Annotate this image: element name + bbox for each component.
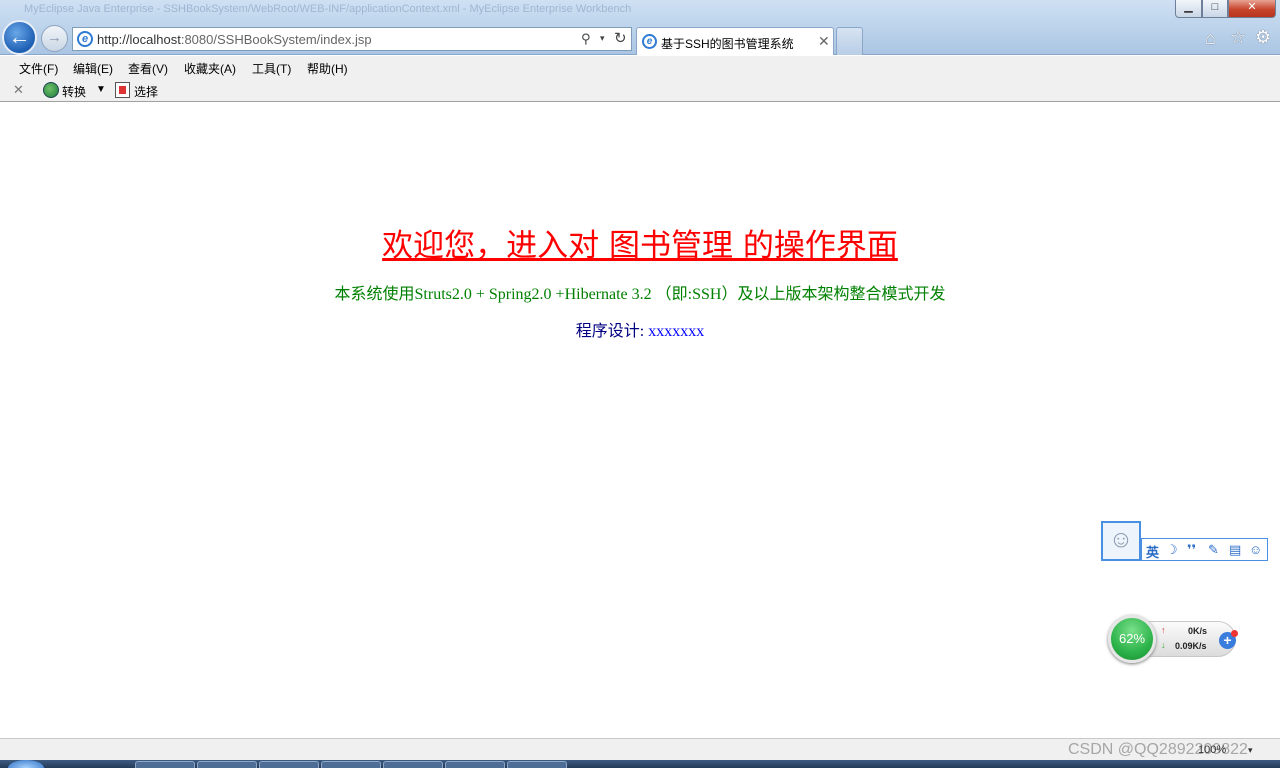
ime-language-button[interactable]: 英 <box>1146 542 1159 561</box>
clipboard-icon[interactable]: ▤ <box>1229 542 1241 558</box>
ime-button-bar: 英 ☽ ❜❜ ✎ ▤ ☺ <box>1141 538 1268 561</box>
download-arrow-icon: ↓ <box>1161 640 1166 650</box>
designer-label: 程序设计: <box>575 323 649 340</box>
page-content: 欢迎您，进入对 图书管理 的操作界面 本系统使用Struts2.0 + Spri… <box>0 102 1280 738</box>
select-button[interactable]: 选择 <box>134 83 158 100</box>
url-text[interactable]: http://localhost:8080/SSHBookSystem/inde… <box>97 32 372 47</box>
system-description: 本系统使用Struts2.0 + Spring2.0 +Hibernate 3.… <box>334 286 946 303</box>
welcome-heading: 欢迎您，进入对 图书管理 的操作界面 <box>382 228 898 264</box>
title-bar: MyEclipse Java Enterprise - SSHBookSyste… <box>0 0 1280 55</box>
menu-favorites[interactable]: 收藏夹(A) <box>184 60 236 77</box>
close-window-button[interactable]: ✕ <box>1228 0 1276 18</box>
punctuation-icon[interactable]: ❜❜ <box>1187 542 1196 558</box>
taskbar-item[interactable] <box>259 761 319 768</box>
tab-close-icon[interactable]: ✕ <box>818 33 830 50</box>
ie-page-icon: e <box>77 31 93 47</box>
window-title: MyEclipse Java Enterprise - SSHBookSyste… <box>24 3 632 15</box>
search-icon[interactable]: ⚲ <box>581 31 591 47</box>
back-button[interactable]: ← <box>2 20 37 55</box>
smiley-icon[interactable]: ☺ <box>1249 542 1262 557</box>
menu-edit[interactable]: 编辑(E) <box>73 60 113 77</box>
url-path: :8080/SSHBookSystem/index.jsp <box>180 32 372 47</box>
wrench-icon[interactable]: ✎ <box>1208 542 1219 558</box>
menu-help[interactable]: 帮助(H) <box>307 60 348 77</box>
designer-name: xxxxxxx <box>648 323 705 340</box>
taskbar-item[interactable] <box>197 761 257 768</box>
upload-speed: 0K/s <box>1188 626 1208 636</box>
taskbar-item[interactable] <box>383 761 443 768</box>
url-host: http://localhost <box>97 32 181 47</box>
forward-button[interactable]: → <box>41 25 68 52</box>
browser-window: MyEclipse Java Enterprise - SSHBookSyste… <box>0 0 1280 768</box>
new-tab-button[interactable] <box>836 27 863 55</box>
menu-view[interactable]: 查看(V) <box>128 60 168 77</box>
moon-icon[interactable]: ☽ <box>1166 542 1178 558</box>
menu-tools[interactable]: 工具(T) <box>252 60 291 77</box>
status-bar: CSDN @QQ2892209822 100% ▾ <box>0 738 1280 760</box>
designer-line: 程序设计: xxxxxxx <box>0 317 1280 341</box>
ime-avatar-icon[interactable]: ☺ <box>1101 521 1141 561</box>
select-icon[interactable] <box>115 82 130 98</box>
taskbar-item[interactable] <box>135 761 195 768</box>
menu-bar: 文件(F) 编辑(E) 查看(V) 收藏夹(A) 工具(T) 帮助(H) <box>0 56 1280 78</box>
zoom-dropdown-icon[interactable]: ▾ <box>1248 745 1253 756</box>
taskbar-item[interactable] <box>445 761 505 768</box>
address-dropdown-icon[interactable]: ▾ <box>600 33 605 44</box>
menu-file[interactable]: 文件(F) <box>19 60 58 77</box>
network-monitor-widget[interactable]: 62% ↑ 0K/s ↓ 0.09K/s + <box>1108 615 1238 663</box>
favorites-star-icon[interactable]: ☆ <box>1230 27 1246 48</box>
home-icon[interactable]: ⌂ <box>1205 28 1216 49</box>
command-bar: ✕ 转换 ▼ 选择 <box>0 78 1280 102</box>
address-bar[interactable]: e http://localhost:8080/SSHBookSystem/in… <box>72 27 632 51</box>
notification-dot <box>1231 630 1238 637</box>
commandbar-close-icon[interactable]: ✕ <box>13 82 24 98</box>
maximize-button[interactable]: □ <box>1202 0 1228 18</box>
taskbar-item[interactable] <box>507 761 567 768</box>
download-speed: 0.09K/s <box>1175 641 1207 651</box>
convert-button[interactable]: 转换 <box>62 83 86 100</box>
taskbar-item[interactable] <box>321 761 381 768</box>
ie-tab-icon: e <box>642 34 657 49</box>
ime-toolbar: ☺ 英 ☽ ❜❜ ✎ ▤ ☺ <box>1101 521 1268 561</box>
zoom-level[interactable]: 100% <box>1198 744 1226 756</box>
tab-title: 基于SSH的图书管理系统 <box>661 37 794 51</box>
minimize-button[interactable]: ▁ <box>1175 0 1202 18</box>
refresh-icon[interactable]: ↻ <box>614 29 627 47</box>
gear-icon[interactable]: ⚙ <box>1255 27 1271 48</box>
tab-active[interactable]: e 基于SSH的图书管理系统 ✕ <box>636 27 834 55</box>
start-button[interactable] <box>8 760 44 768</box>
memory-usage-ball[interactable]: 62% <box>1108 615 1156 663</box>
upload-arrow-icon: ↑ <box>1161 625 1166 635</box>
convert-dropdown-icon[interactable]: ▼ <box>96 84 106 95</box>
convert-icon[interactable] <box>43 82 59 98</box>
taskbar <box>0 760 1280 768</box>
